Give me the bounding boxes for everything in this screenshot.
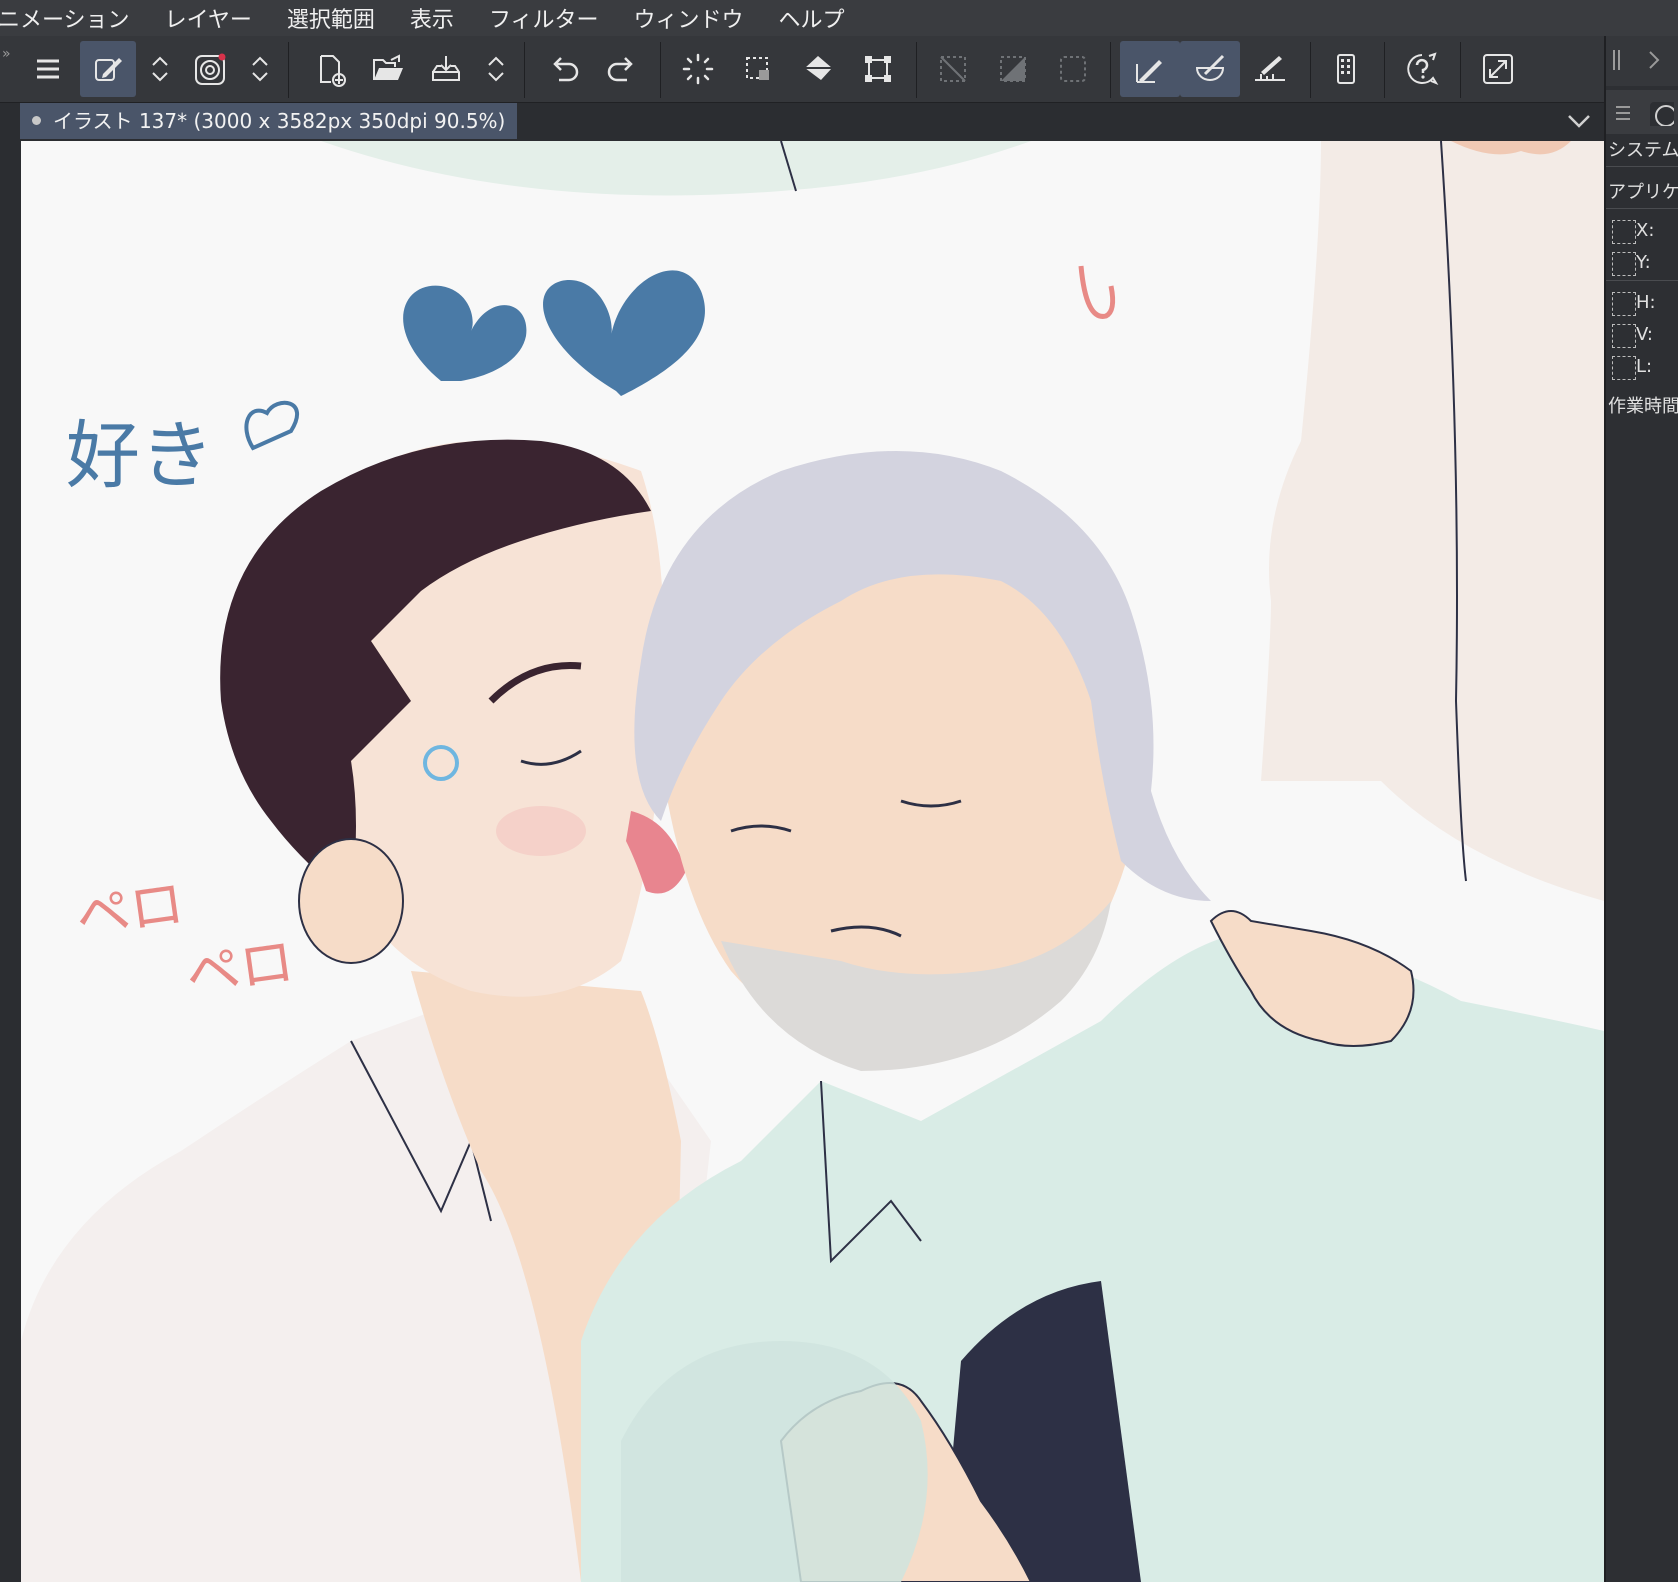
x-dimension-icon <box>1612 220 1636 244</box>
menu-bar: ニメーション レイヤー 選択範囲 表示 フィルター ウィンドウ ヘルプ <box>0 0 1678 36</box>
selection-box-icon[interactable] <box>1045 41 1101 97</box>
panel-row-y: Y: <box>1636 252 1651 273</box>
panel-row-l: L: <box>1636 356 1653 377</box>
separator <box>660 42 661 98</box>
separator <box>1384 42 1385 98</box>
import-tray-icon[interactable] <box>418 41 474 97</box>
panel-row-app: アプリケ <box>1608 182 1678 203</box>
undo-icon[interactable] <box>536 41 592 97</box>
right-panel: システム アプリケ X: Y: H: V: L: 作業時間 <box>1604 36 1678 1582</box>
clear-selection-icon[interactable] <box>925 41 981 97</box>
left-blush <box>496 806 586 856</box>
v-dimension-icon <box>1612 324 1636 348</box>
panel-tabs[interactable] <box>1606 90 1678 134</box>
open-folder-icon[interactable] <box>360 41 416 97</box>
unsaved-dot-icon <box>32 116 41 125</box>
collapse-arrows-icon[interactable]: » <box>2 46 11 62</box>
pen-ruler-icon[interactable] <box>1120 41 1180 97</box>
menu-help[interactable]: ヘルプ <box>779 2 863 34</box>
panel-header <box>1606 36 1678 86</box>
h-dimension-icon <box>1612 292 1636 316</box>
up-down-arrows-icon[interactable] <box>481 41 511 97</box>
expand-icon[interactable] <box>1470 41 1526 97</box>
y-dimension-icon <box>1612 252 1636 276</box>
divider <box>1606 280 1678 281</box>
device-icon[interactable] <box>1318 41 1374 97</box>
heart-small <box>403 285 527 381</box>
transform-icon[interactable] <box>850 41 906 97</box>
separator <box>524 42 525 98</box>
separator <box>1310 42 1311 98</box>
menu-view[interactable]: 表示 <box>410 2 472 34</box>
fill-selection-icon[interactable] <box>985 41 1041 97</box>
help-icon[interactable] <box>1394 41 1450 97</box>
menu-layer[interactable]: レイヤー <box>165 2 270 34</box>
menu-filter[interactable]: フィルター <box>489 2 617 34</box>
top-cropped-shape <box>321 141 1031 196</box>
panel-row-h: H: <box>1636 292 1656 313</box>
document-tab[interactable]: イラスト 137* (3000 x 3582px 350dpi 90.5%) <box>20 103 517 139</box>
new-file-icon[interactable] <box>302 41 358 97</box>
redo-icon[interactable] <box>594 41 650 97</box>
separator <box>1460 42 1461 98</box>
handwritten-pero-1: ペロ <box>72 871 188 948</box>
panel-row-x: X: <box>1636 220 1655 241</box>
handwritten-suki: 好き <box>66 413 214 499</box>
drawing-canvas[interactable]: 好き ペロ ペロ <box>21 141 1604 1582</box>
brush-ruler-icon[interactable] <box>1180 41 1240 97</box>
selection-marquee-icon[interactable] <box>730 41 786 97</box>
left-ear <box>298 838 404 964</box>
menu-window[interactable]: ウィンドウ <box>634 2 762 34</box>
quick-access-pen-icon[interactable] <box>80 41 136 97</box>
command-bar: » <box>0 36 1604 103</box>
document-tab-label: イラスト 137* (3000 x 3582px 350dpi 90.5%) <box>53 109 506 133</box>
fill-bucket-icon[interactable] <box>790 41 846 97</box>
up-down-arrows-icon[interactable] <box>145 41 175 97</box>
separator <box>916 42 917 98</box>
heart-large <box>543 270 705 396</box>
ruler-line-icon[interactable] <box>1242 41 1298 97</box>
chevron-down-icon[interactable] <box>1565 108 1593 134</box>
panel-row-v: V: <box>1636 324 1653 345</box>
illustration: 好き ペロ ペロ <box>21 141 1604 1582</box>
l-dimension-icon <box>1612 356 1636 380</box>
background-figure-shirt <box>1261 141 1604 901</box>
separator <box>288 42 289 98</box>
divider <box>1606 166 1678 167</box>
deselect-spinner-icon[interactable] <box>670 41 726 97</box>
menu-selection[interactable]: 選択範囲 <box>287 2 393 34</box>
panel-row-worktime: 作業時間 <box>1608 396 1678 417</box>
hamburger-menu-icon[interactable] <box>20 41 76 97</box>
handwritten-pero-2: ペロ <box>182 929 298 1006</box>
up-down-arrows-icon[interactable] <box>245 41 275 97</box>
ring-spiral-icon[interactable] <box>183 41 239 97</box>
menu-animation[interactable]: ニメーション <box>0 2 148 34</box>
separator <box>1110 42 1111 98</box>
panel-row-system: システム <box>1608 140 1678 161</box>
divider <box>1606 208 1678 209</box>
outline-heart <box>244 400 300 451</box>
sweat-mark <box>1078 265 1116 319</box>
